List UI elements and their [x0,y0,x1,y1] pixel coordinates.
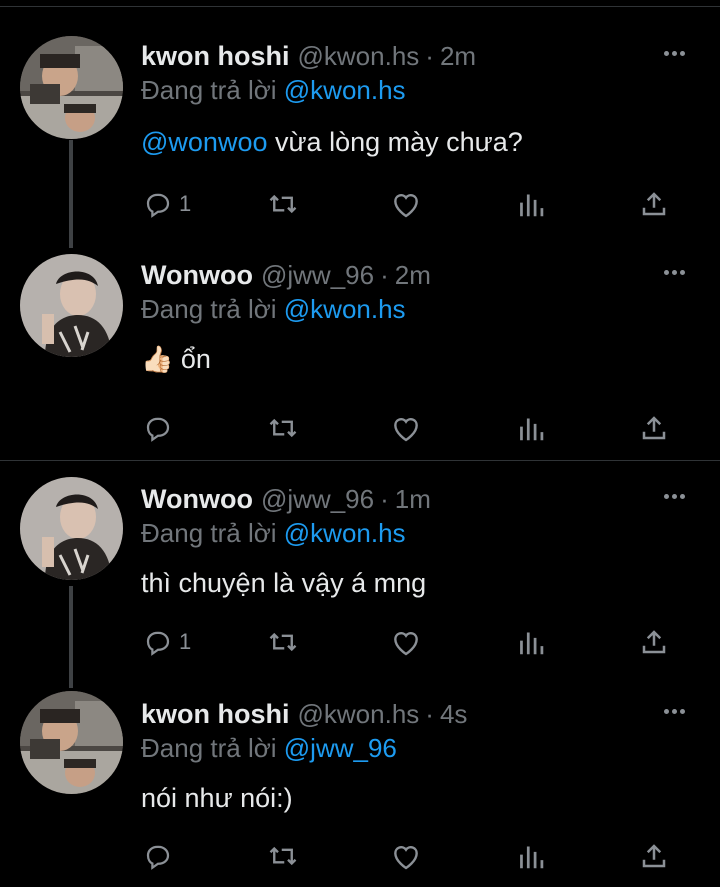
more-options-icon[interactable] [664,486,692,506]
retweet-button[interactable] [266,411,300,445]
author-handle[interactable]: @kwon.hs [298,699,420,730]
author-name[interactable]: Wonwoo [141,260,253,291]
retweet-icon [269,418,297,438]
replying-to-line: Đang trả lời @jww_96 [141,733,397,764]
retweet-icon [269,846,297,866]
replying-prefix: Đang trả lời [141,75,284,105]
body-mention[interactable]: @wonwoo [141,127,267,158]
avatar-hoshi[interactable] [20,36,123,139]
separator-dot: · [425,41,434,71]
share-icon [642,630,666,654]
replying-mention[interactable]: @jww_96 [284,733,397,763]
replying-mention[interactable]: @kwon.hs [284,75,406,105]
reply-icon [146,417,170,442]
reply-button[interactable] [143,411,179,445]
like-button[interactable] [390,411,422,445]
reply-button[interactable] [143,839,179,873]
separator-dot: · [425,699,434,729]
reply-count: 1 [179,629,192,654]
body-text: ổn [173,344,211,374]
tweet-text: 👍🏻 ổn [141,344,211,375]
author-handle[interactable]: @jww_96 [261,484,374,515]
tweet-text: thì chuyện là vậy á mng [141,568,426,599]
top-divider [0,6,720,7]
tweet-actions: 1 [0,187,720,227]
avatar-wonwoo[interactable] [20,254,123,357]
author-name[interactable]: kwon hoshi [141,41,290,72]
more-options-icon[interactable] [664,262,692,282]
author-handle[interactable]: @kwon.hs [298,41,420,72]
like-button[interactable] [390,625,422,659]
separator-dot: · [380,260,389,290]
timestamp[interactable]: 2m [440,41,476,72]
heart-icon [394,846,418,870]
share-button[interactable] [639,625,669,659]
share-icon [642,844,666,868]
tweet-actions [0,839,720,879]
views-button[interactable] [517,625,545,659]
views-button[interactable] [517,411,545,445]
reply-icon [146,845,170,870]
replying-mention[interactable]: @kwon.hs [284,518,406,548]
views-button[interactable] [517,187,545,221]
tweet-divider [0,460,720,461]
views-button[interactable] [517,839,545,873]
share-icon [642,192,666,216]
reply-icon [146,631,170,656]
replying-to-line: Đang trả lời @kwon.hs [141,75,406,106]
tweet-text: @wonwoo vừa lòng mày chưa? [141,127,523,158]
replying-prefix: Đang trả lời [141,518,284,548]
heart-icon [394,418,418,442]
replying-to-line: Đang trả lời @kwon.hs [141,294,406,325]
replying-to-line: Đang trả lời @kwon.hs [141,518,406,549]
retweet-icon [269,194,297,214]
body-text: vừa lòng mày chưa? [267,127,523,157]
like-button[interactable] [390,187,422,221]
body-text: nói như nói:) [141,783,293,813]
timestamp[interactable]: 4s [440,699,467,730]
author-name[interactable]: kwon hoshi [141,699,290,730]
analytics-icon [520,418,544,441]
replying-prefix: Đang trả lời [141,294,284,324]
share-button[interactable] [639,839,669,873]
analytics-icon [520,194,544,217]
retweet-icon [269,632,297,652]
avatar-wonwoo[interactable] [20,477,123,580]
analytics-icon [520,846,544,869]
reply-count: 1 [179,191,192,216]
avatar-hoshi[interactable] [20,691,123,794]
heart-icon [394,632,418,656]
tweet-actions: 1 [0,625,720,665]
replying-prefix: Đang trả lời [141,733,284,763]
retweet-button[interactable] [266,187,300,221]
reply-button[interactable]: 1 [143,187,191,221]
separator-dot: · [380,484,389,514]
replying-mention[interactable]: @kwon.hs [284,294,406,324]
retweet-button[interactable] [266,839,300,873]
author-handle[interactable]: @jww_96 [261,260,374,291]
timestamp[interactable]: 2m [395,260,431,291]
heart-icon [394,194,418,218]
analytics-icon [520,632,544,655]
share-button[interactable] [639,187,669,221]
share-icon [642,416,666,440]
more-options-icon[interactable] [664,43,692,63]
retweet-button[interactable] [266,625,300,659]
author-name[interactable]: Wonwoo [141,484,253,515]
body-text: thì chuyện là vậy á mng [141,568,427,598]
timestamp[interactable]: 1m [395,484,431,515]
tweet-text: nói như nói:) [141,783,293,814]
like-button[interactable] [390,839,422,873]
tweet-actions [0,411,720,451]
reply-icon [146,193,170,218]
reply-button[interactable]: 1 [143,625,191,659]
share-button[interactable] [639,411,669,445]
more-options-icon[interactable] [664,701,692,721]
thumbs-up-emoji: 👍🏻 [141,344,174,374]
